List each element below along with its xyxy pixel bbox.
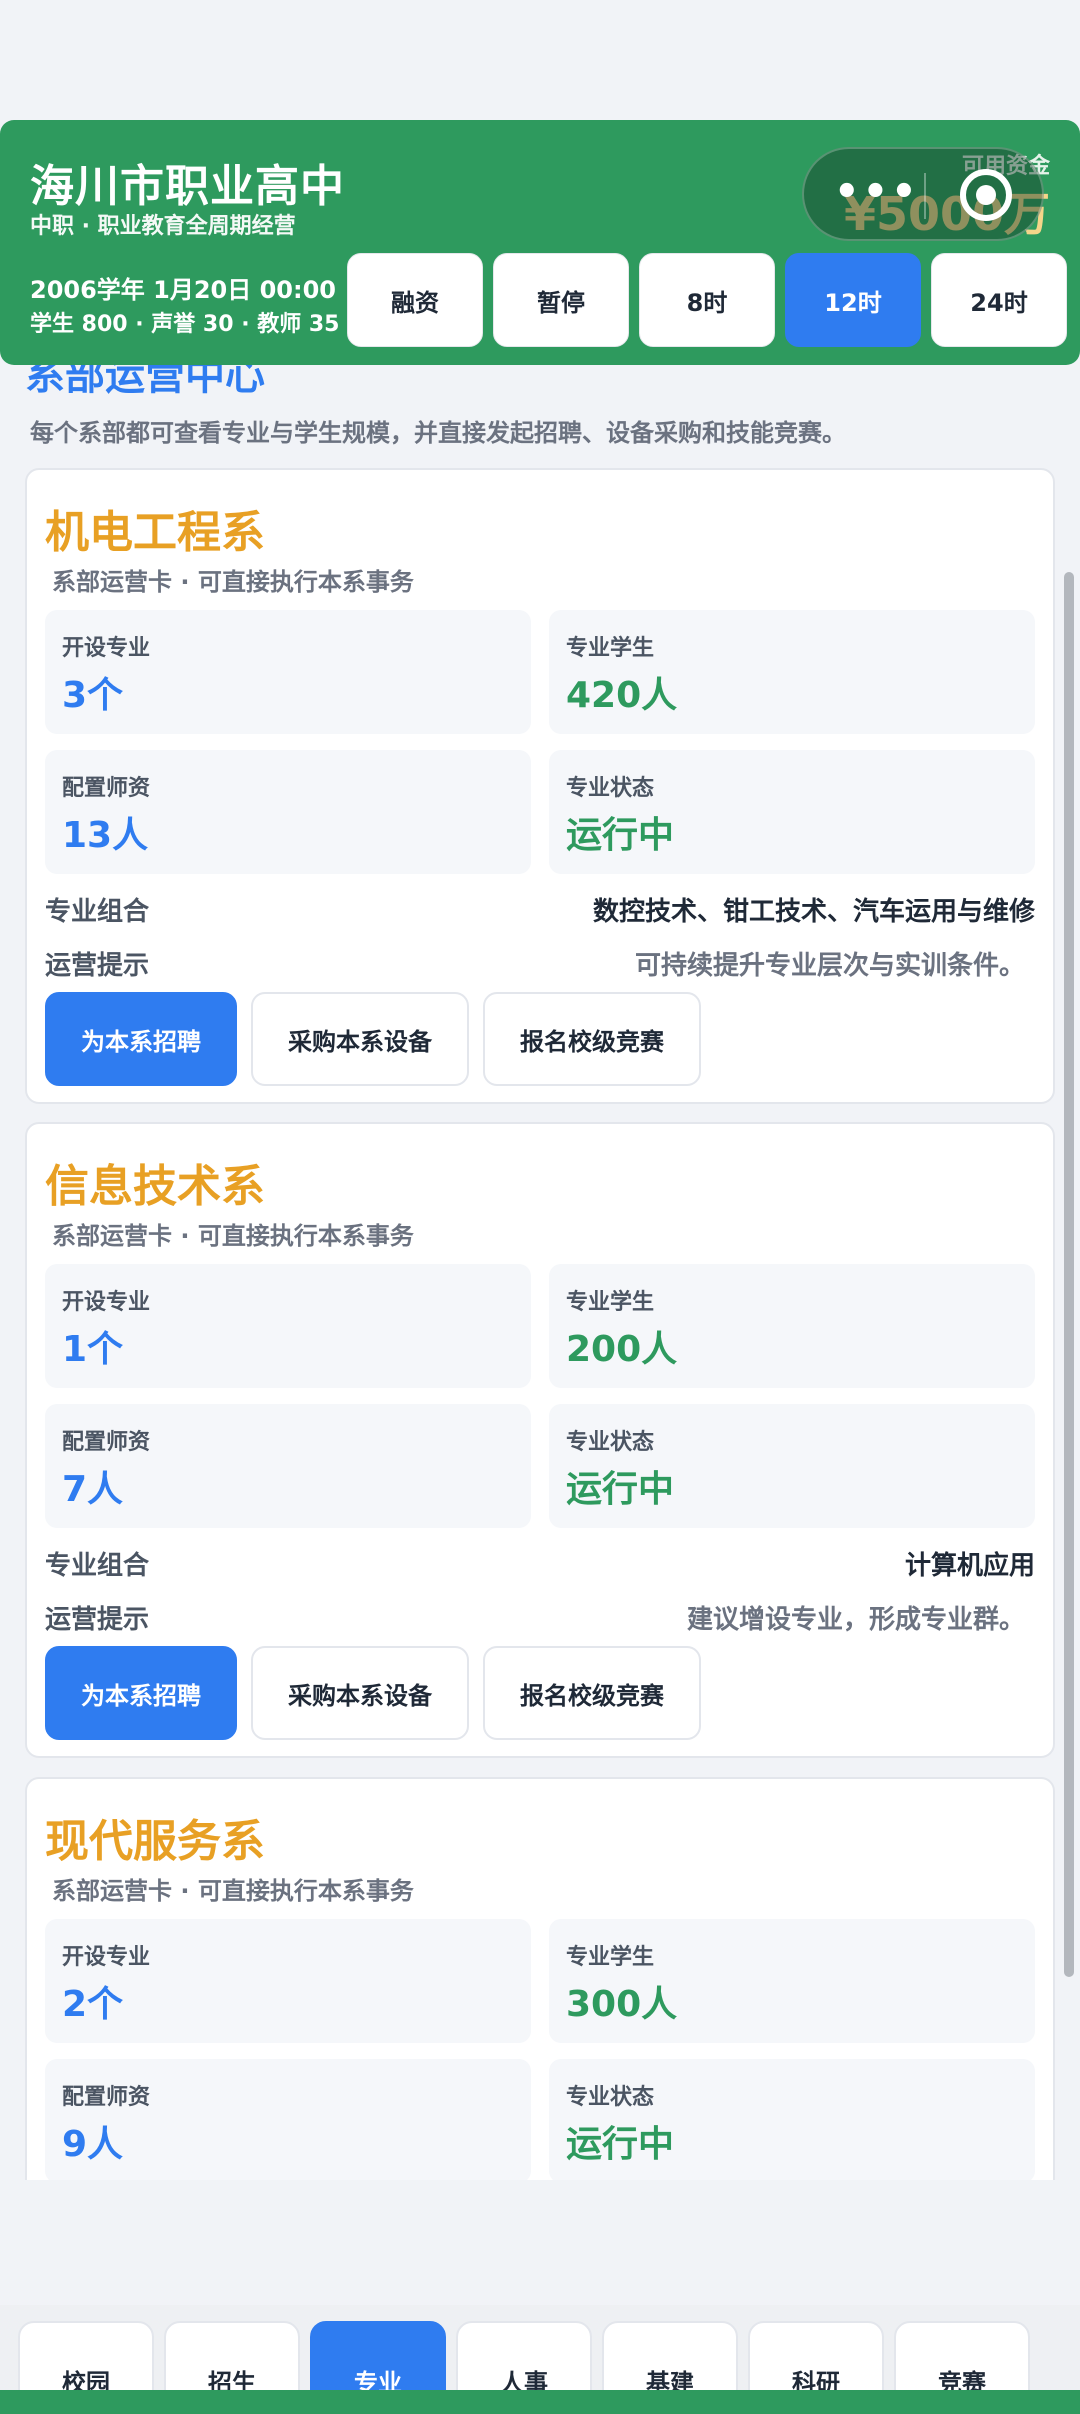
purchase-equipment-button[interactable]: 采购本系设备 bbox=[251, 992, 469, 1086]
pause-button[interactable]: 暂停 bbox=[493, 253, 629, 347]
major-combo-row: 专业组合 计算机应用 bbox=[45, 1545, 1035, 1585]
stat-students: 专业学生 200人 bbox=[549, 1264, 1035, 1388]
stat-majors-open: 开设专业 2个 bbox=[45, 1919, 531, 2043]
purchase-equipment-button[interactable]: 采购本系设备 bbox=[251, 1646, 469, 1740]
speed-12h-button[interactable]: 12时 bbox=[785, 253, 921, 347]
row-label: 专业组合 bbox=[45, 897, 150, 927]
stat-label: 专业学生 bbox=[566, 636, 655, 661]
stat-status: 专业状态 运行中 bbox=[549, 750, 1035, 874]
stat-value: 420人 bbox=[566, 675, 678, 716]
app-header: 海川市职业高中 中职 · 职业教育全周期经营 2006学年 1月20日 00:0… bbox=[0, 120, 1080, 365]
row-value: 可持续提升专业层次与实训条件。 bbox=[634, 951, 1025, 981]
register-competition-button[interactable]: 报名校级竞赛 bbox=[483, 1646, 701, 1740]
row-label: 运营提示 bbox=[45, 1605, 150, 1635]
stat-teachers: 配置师资 7人 bbox=[45, 1404, 531, 1528]
ops-tip-row: 运营提示 可持续提升专业层次与实训条件。 bbox=[45, 945, 1035, 985]
speed-24h-button[interactable]: 24时 bbox=[931, 253, 1067, 347]
stat-value: 运行中 bbox=[566, 1469, 675, 1510]
row-label: 专业组合 bbox=[45, 1551, 150, 1581]
stat-value: 7人 bbox=[62, 1469, 124, 1510]
stat-teachers: 配置师资 13人 bbox=[45, 750, 531, 874]
stat-label: 专业状态 bbox=[566, 2085, 655, 2110]
department-name: 信息技术系 bbox=[45, 1161, 265, 1212]
stat-label: 配置师资 bbox=[62, 1430, 151, 1455]
stat-students: 专业学生 420人 bbox=[549, 610, 1035, 734]
major-combo-row: 专业组合 数控技术、钳工技术、汽车运用与维修 bbox=[45, 891, 1035, 931]
stat-value: 运行中 bbox=[566, 2124, 675, 2165]
school-name: 海川市职业高中 bbox=[30, 161, 345, 212]
row-value: 建议增设专业，形成专业群。 bbox=[686, 1605, 1025, 1635]
department-card-subtitle: 系部运营卡 · 可直接执行本系事务 bbox=[52, 1877, 414, 1905]
stat-majors-open: 开设专业 1个 bbox=[45, 1264, 531, 1388]
stat-label: 专业学生 bbox=[566, 1290, 655, 1315]
school-subtitle: 中职 · 职业教育全周期经营 bbox=[30, 214, 296, 239]
department-actions: 为本系招聘 采购本系设备 报名校级竞赛 bbox=[45, 1646, 701, 1740]
register-competition-button[interactable]: 报名校级竞赛 bbox=[483, 992, 701, 1086]
department-name: 机电工程系 bbox=[45, 507, 265, 558]
game-date: 2006学年 1月20日 00:00 bbox=[30, 276, 336, 304]
content-scroll[interactable]: 系部运营中心 每个系部都可查看专业与学生规模，并直接发起招聘、设备采购和技能竞赛… bbox=[0, 365, 1080, 2180]
department-card: 机电工程系 系部运营卡 · 可直接执行本系事务 开设专业 3个 专业学生 420… bbox=[25, 468, 1055, 1104]
stat-label: 开设专业 bbox=[62, 636, 151, 661]
recruit-button[interactable]: 为本系招聘 bbox=[45, 1646, 237, 1740]
stat-majors-open: 开设专业 3个 bbox=[45, 610, 531, 734]
school-stats: 学生 800 · 声誉 30 · 教师 35 bbox=[30, 312, 340, 337]
stat-value: 300人 bbox=[566, 1984, 678, 2025]
close-target-icon[interactable] bbox=[960, 169, 1012, 221]
department-actions: 为本系招聘 采购本系设备 报名校级竞赛 bbox=[45, 992, 701, 1086]
stat-label: 专业状态 bbox=[566, 1430, 655, 1455]
speed-controls: 融资 暂停 8时 12时 24时 bbox=[347, 253, 1067, 347]
speed-8h-button[interactable]: 8时 bbox=[639, 253, 775, 347]
department-card-subtitle: 系部运营卡 · 可直接执行本系事务 bbox=[52, 568, 414, 596]
stat-value: 3个 bbox=[62, 675, 124, 716]
scrollbar[interactable] bbox=[1064, 572, 1074, 1977]
stat-status: 专业状态 运行中 bbox=[549, 1404, 1035, 1528]
section-title: 系部运营中心 bbox=[25, 365, 265, 399]
department-card: 信息技术系 系部运营卡 · 可直接执行本系事务 开设专业 1个 专业学生 200… bbox=[25, 1122, 1055, 1758]
section-description: 每个系部都可查看专业与学生规模，并直接发起招聘、设备采购和技能竞赛。 bbox=[30, 419, 846, 447]
stat-value: 2个 bbox=[62, 1984, 124, 2025]
stat-label: 配置师资 bbox=[62, 2085, 151, 2110]
more-dots-icon[interactable]: ••• bbox=[834, 169, 920, 215]
stat-label: 专业学生 bbox=[566, 1945, 655, 1970]
financing-button[interactable]: 融资 bbox=[347, 253, 483, 347]
stat-label: 开设专业 bbox=[62, 1290, 151, 1315]
department-card-subtitle: 系部运营卡 · 可直接执行本系事务 bbox=[52, 1222, 414, 1250]
stat-label: 专业状态 bbox=[566, 776, 655, 801]
stat-value: 1个 bbox=[62, 1329, 124, 1370]
department-name: 现代服务系 bbox=[45, 1816, 265, 1867]
department-card: 现代服务系 系部运营卡 · 可直接执行本系事务 开设专业 2个 专业学生 300… bbox=[25, 1777, 1055, 2180]
row-value: 计算机应用 bbox=[904, 1551, 1035, 1581]
recruit-button[interactable]: 为本系招聘 bbox=[45, 992, 237, 1086]
row-value: 数控技术、钳工技术、汽车运用与维修 bbox=[592, 897, 1035, 927]
miniprogram-capsule[interactable]: ••• bbox=[802, 147, 1044, 241]
stat-value: 运行中 bbox=[566, 815, 675, 856]
capsule-divider bbox=[924, 173, 926, 219]
stat-value: 9人 bbox=[62, 2124, 124, 2165]
row-label: 运营提示 bbox=[45, 951, 150, 981]
stat-status: 专业状态 运行中 bbox=[549, 2059, 1035, 2180]
stat-label: 配置师资 bbox=[62, 776, 151, 801]
stat-value: 13人 bbox=[62, 815, 149, 856]
stat-teachers: 配置师资 9人 bbox=[45, 2059, 531, 2180]
stat-value: 200人 bbox=[566, 1329, 678, 1370]
stat-label: 开设专业 bbox=[62, 1945, 151, 1970]
bottom-accent-strip bbox=[0, 2390, 1080, 2414]
stat-students: 专业学生 300人 bbox=[549, 1919, 1035, 2043]
ops-tip-row: 运营提示 建议增设专业，形成专业群。 bbox=[45, 1599, 1035, 1639]
